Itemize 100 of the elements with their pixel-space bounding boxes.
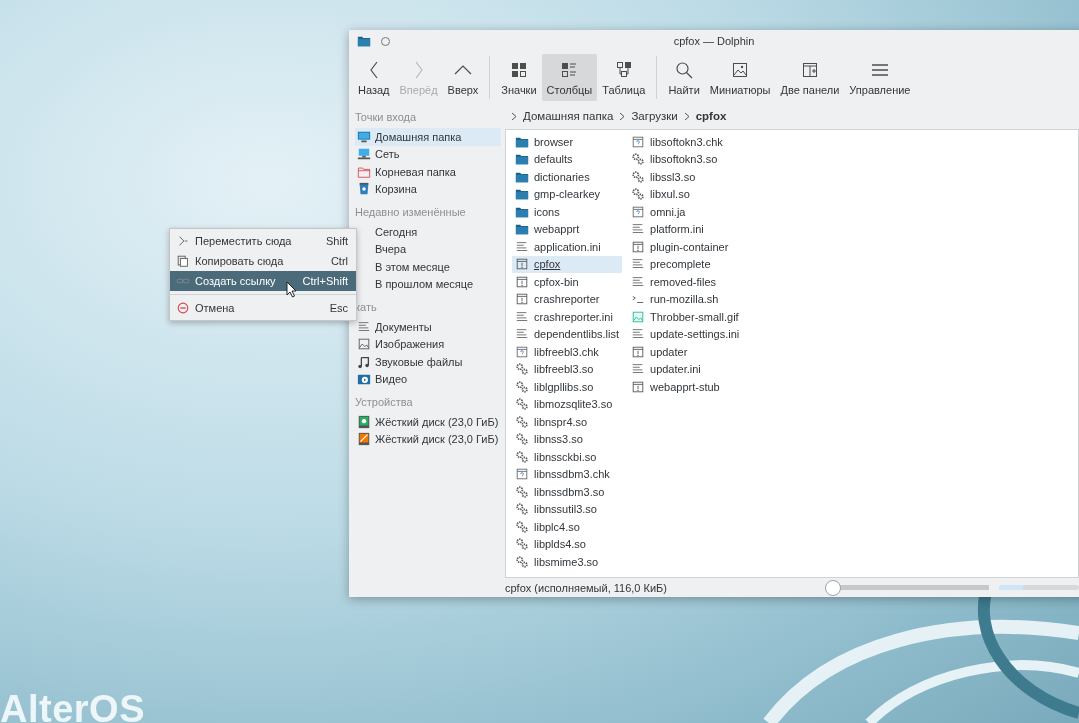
file-item[interactable]: crashreporter <box>512 290 622 308</box>
places-item[interactable]: Корневая папка <box>355 163 501 181</box>
file-item[interactable]: updater.ini <box>628 360 743 378</box>
executable-icon <box>515 274 529 289</box>
file-item[interactable]: gmp-clearkey <box>512 185 622 203</box>
file-item[interactable]: libnssdbm3.so <box>512 483 622 501</box>
breadcrumb-item[interactable]: Домашняя папка <box>521 110 616 122</box>
unknown-file-icon <box>631 134 645 149</box>
file-item[interactable]: libnssutil3.so <box>512 500 622 518</box>
gears-icon <box>631 169 645 184</box>
file-item[interactable]: libmozsqlite3.so <box>512 395 622 413</box>
places-item[interactable]: Жёсткий диск (23,0 ГиБ) <box>355 413 501 431</box>
menu-item[interactable]: Копировать сюда Ctrl <box>170 251 356 271</box>
places-item[interactable]: Корзина <box>355 180 501 198</box>
file-item[interactable]: libnssckbi.so <box>512 448 622 466</box>
menu-item[interactable]: Переместить сюда Shift <box>170 231 356 251</box>
file-item[interactable]: libfreebl3.chk <box>512 343 622 361</box>
file-item[interactable]: libplds4.so <box>512 535 622 553</box>
file-item[interactable]: webapprt <box>512 220 622 238</box>
gears-icon <box>515 502 529 517</box>
places-item[interactable]: Видео <box>355 370 501 388</box>
file-item[interactable]: defaults <box>512 150 622 168</box>
video-icon <box>357 372 371 387</box>
file-item[interactable]: libnssdbm3.chk <box>512 465 622 483</box>
executable-icon <box>631 239 645 254</box>
toolbar-button[interactable]: Столбцы <box>541 54 598 101</box>
toolbar-button[interactable]: Две панели <box>775 54 845 101</box>
toolbar-button[interactable]: Найти <box>663 54 705 101</box>
places-item[interactable]: Сегодня <box>355 223 501 241</box>
file-item[interactable]: libnspr4.so <box>512 413 622 431</box>
up-icon <box>453 65 472 75</box>
window-title: cpfox — Dolphin <box>673 35 755 47</box>
file-item[interactable]: crashreporter.ini <box>512 308 622 326</box>
file-item[interactable]: webapprt-stub <box>628 378 743 396</box>
file-item[interactable]: libsoftokn3.chk <box>628 133 743 151</box>
places-item[interactable]: Изображения <box>355 335 501 353</box>
executable-icon <box>631 344 645 359</box>
gears-icon <box>515 449 529 464</box>
executable-icon <box>515 257 529 272</box>
toolbar-button[interactable]: Назад <box>353 54 395 101</box>
file-item[interactable]: libnss3.so <box>512 430 622 448</box>
folder-icon <box>515 187 529 202</box>
file-item[interactable]: plugin-container <box>628 238 743 256</box>
file-item[interactable]: Throbber-small.gif <box>628 308 743 326</box>
file-item[interactable]: updater <box>628 343 743 361</box>
file-item[interactable]: precomplete <box>628 255 743 273</box>
network-icon <box>357 147 371 162</box>
places-item[interactable]: Звуковые файлы <box>355 353 501 371</box>
menu-item[interactable]: Создать ссылку Ctrl+Shift <box>170 271 356 291</box>
file-item[interactable]: libxul.so <box>628 185 743 203</box>
gears-icon <box>515 432 529 447</box>
chevron-icon <box>683 111 690 121</box>
places-item[interactable]: Домашняя папка <box>355 128 501 146</box>
compact-icon <box>560 61 579 79</box>
places-item[interactable]: В этом месяце <box>355 258 501 276</box>
file-item[interactable]: update-settings.ini <box>628 325 743 343</box>
trash-icon <box>357 182 371 197</box>
file-item[interactable]: application.ini <box>512 238 622 256</box>
image-icon <box>357 337 371 352</box>
file-item[interactable]: dependentlibs.list <box>512 325 622 343</box>
places-item[interactable]: Документы <box>355 318 501 336</box>
toolbar-button[interactable]: Таблица <box>597 54 651 101</box>
file-item[interactable]: libsoftokn3.so <box>628 150 743 168</box>
file-item[interactable]: cpfox <box>512 255 622 273</box>
file-item[interactable]: cpfox-bin <box>512 273 622 291</box>
executable-icon <box>631 379 645 394</box>
file-item[interactable]: libsmime3.so <box>512 553 622 571</box>
unknown-file-icon <box>631 204 645 219</box>
file-item[interactable]: libfreebl3.so <box>512 360 622 378</box>
monitor-icon <box>357 129 371 144</box>
file-item[interactable]: omni.ja <box>628 203 743 221</box>
file-item[interactable]: dictionaries <box>512 168 622 186</box>
file-item[interactable]: removed-files <box>628 273 743 291</box>
gears-icon <box>515 519 529 534</box>
toolbar-button[interactable]: Миниатюры <box>704 54 776 101</box>
places-item[interactable]: В прошлом месяце <box>355 275 501 293</box>
gears-icon <box>631 187 645 202</box>
status-text: cpfox (исполняемый, 116,0 КиБ) <box>505 581 667 594</box>
chevron-icon <box>511 111 517 121</box>
breadcrumb-item[interactable]: Загрузки <box>629 110 680 122</box>
file-item[interactable]: browser <box>512 133 622 151</box>
toolbar-button[interactable]: Управление <box>844 54 916 101</box>
places-item[interactable]: Сеть <box>355 145 501 163</box>
mouse-cursor-icon <box>286 281 298 298</box>
places-item[interactable]: Вчера <box>355 240 501 258</box>
breadcrumb-item[interactable]: cpfox <box>693 110 729 122</box>
section-header: Точки входа <box>355 111 417 123</box>
file-item[interactable]: liblgpllibs.so <box>512 378 622 396</box>
slider-thumb[interactable] <box>824 579 841 596</box>
toolbar-button[interactable]: Вверх <box>442 54 484 101</box>
chevron-icon <box>619 111 626 121</box>
places-item[interactable]: Жёсткий диск (23,0 ГиБ) <box>355 430 501 448</box>
file-item[interactable]: icons <box>512 203 622 221</box>
toolbar-button[interactable]: Значки <box>496 54 542 101</box>
file-item[interactable]: libssl3.so <box>628 168 743 186</box>
file-item[interactable]: libplc4.so <box>512 518 622 536</box>
file-item[interactable]: platform.ini <box>628 220 743 238</box>
menu-item[interactable]: Отмена Esc <box>170 298 356 318</box>
gears-icon <box>515 362 529 377</box>
file-item[interactable]: run-mozilla.sh <box>628 290 743 308</box>
